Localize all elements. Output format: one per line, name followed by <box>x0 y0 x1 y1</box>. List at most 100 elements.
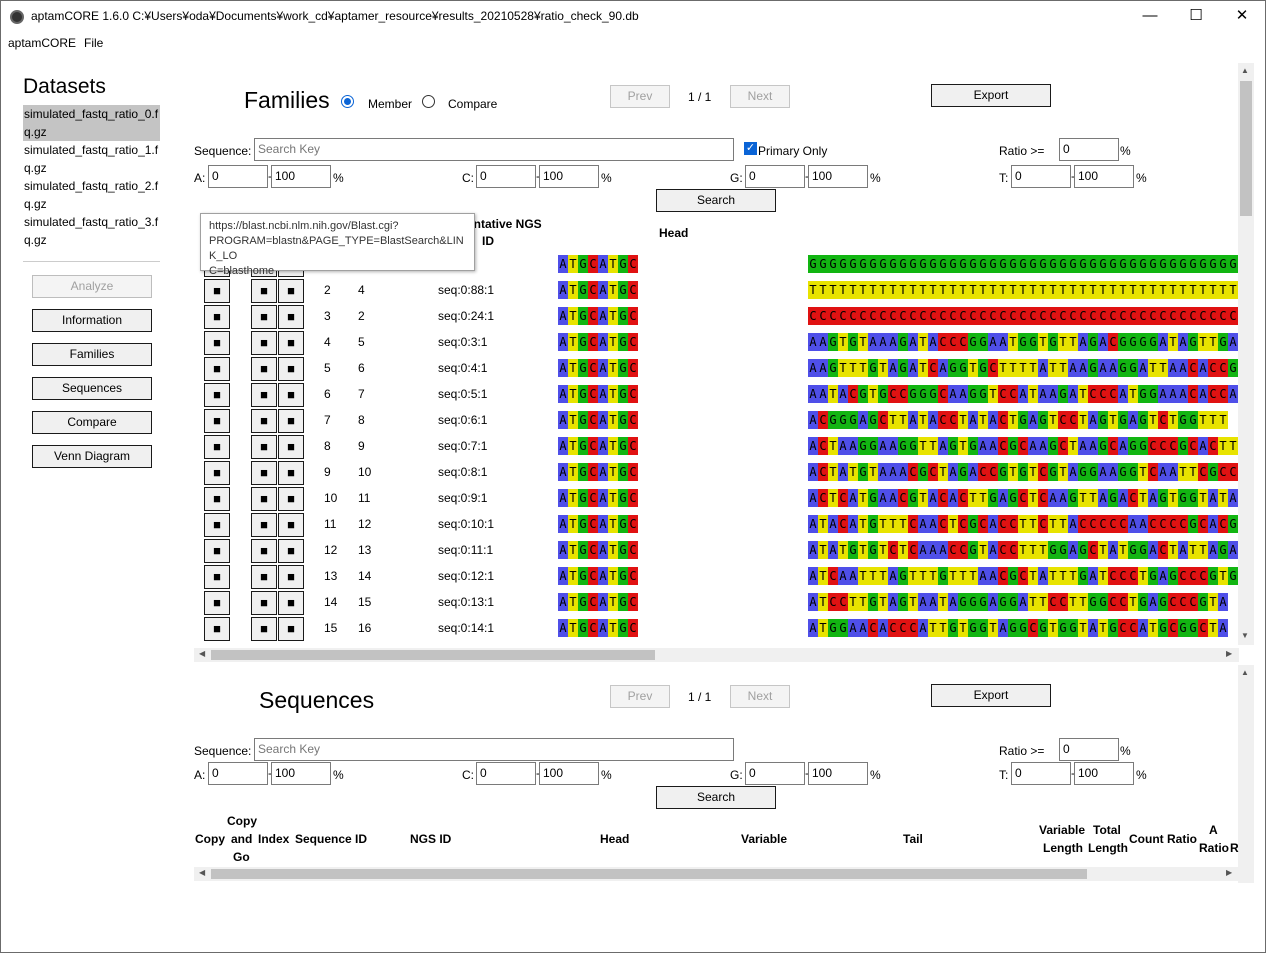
families-button[interactable]: Families <box>32 343 152 366</box>
member-radio[interactable] <box>341 95 354 108</box>
copy-and-go-button[interactable]: ■ <box>251 513 277 537</box>
dataset-item[interactable]: simulated_fastq_ratio_1.f q.gz <box>23 141 160 177</box>
blast-button[interactable]: ■ <box>278 487 304 511</box>
maximize-button[interactable]: ☐ <box>1173 1 1219 32</box>
copy-and-go-button[interactable]: ■ <box>251 305 277 329</box>
copy-and-go-button[interactable]: ■ <box>251 617 277 641</box>
scroll-right-arrow-icon[interactable]: ▶ <box>1226 868 1232 877</box>
blast-button[interactable]: ■ <box>278 461 304 485</box>
copy-and-go-button[interactable]: ■ <box>251 487 277 511</box>
sequences-search-button[interactable]: Search <box>656 786 776 809</box>
a-min-input[interactable]: 0 <box>208 762 268 785</box>
c-min-input[interactable]: 0 <box>476 762 536 785</box>
copy-button[interactable]: ■ <box>204 383 230 407</box>
blast-button[interactable]: ■ <box>278 565 304 589</box>
g-max-input[interactable]: 100 <box>808 762 868 785</box>
scroll-thumb[interactable] <box>211 869 1087 879</box>
scroll-right-arrow-icon[interactable]: ▶ <box>1226 649 1232 658</box>
t-min-input[interactable]: 0 <box>1011 762 1071 785</box>
sequences-export-button[interactable]: Export <box>931 684 1051 707</box>
information-button[interactable]: Information <box>32 309 152 332</box>
sequences-search-input[interactable]: Search Key <box>254 738 734 761</box>
t-max-input[interactable]: 100 <box>1074 165 1134 188</box>
compare-button[interactable]: Compare <box>32 411 152 434</box>
sequences-ratio-input[interactable]: 0 <box>1059 738 1119 761</box>
copy-button[interactable]: ■ <box>204 617 230 641</box>
menu-aptamcore[interactable]: aptamCORE <box>8 36 76 50</box>
copy-and-go-button[interactable]: ■ <box>251 331 277 355</box>
sequences-horizontal-scrollbar[interactable]: ◀ ▶ <box>194 867 1239 881</box>
copy-button[interactable]: ■ <box>204 279 230 303</box>
blast-button[interactable]: ■ <box>278 539 304 563</box>
copy-button[interactable]: ■ <box>204 409 230 433</box>
c-min-input[interactable]: 0 <box>476 165 536 188</box>
blast-button[interactable]: ■ <box>278 435 304 459</box>
families-next-button[interactable]: Next <box>730 85 790 108</box>
scroll-down-arrow-icon[interactable]: ▼ <box>1241 631 1249 640</box>
sequences-vertical-scrollbar[interactable]: ▲ <box>1238 665 1254 883</box>
minimize-button[interactable]: — <box>1127 1 1173 32</box>
copy-button[interactable]: ■ <box>204 539 230 563</box>
scroll-up-arrow-icon[interactable]: ▲ <box>1241 668 1249 677</box>
copy-and-go-button[interactable]: ■ <box>251 539 277 563</box>
g-min-input[interactable]: 0 <box>745 762 805 785</box>
a-max-input[interactable]: 100 <box>271 762 331 785</box>
copy-and-go-button[interactable]: ■ <box>251 435 277 459</box>
copy-button[interactable]: ■ <box>204 305 230 329</box>
close-button[interactable]: ✕ <box>1219 1 1265 32</box>
copy-and-go-button[interactable]: ■ <box>251 565 277 589</box>
copy-button[interactable]: ■ <box>204 331 230 355</box>
families-search-input[interactable]: Search Key <box>254 138 734 161</box>
families-export-button[interactable]: Export <box>931 84 1051 107</box>
blast-button[interactable]: ■ <box>278 617 304 641</box>
compare-radio[interactable] <box>422 95 435 108</box>
c-max-input[interactable]: 100 <box>539 165 599 188</box>
blast-button[interactable]: ■ <box>278 305 304 329</box>
copy-button[interactable]: ■ <box>204 591 230 615</box>
dataset-item[interactable]: simulated_fastq_ratio_3.f q.gz <box>23 213 160 249</box>
g-min-input[interactable]: 0 <box>745 165 805 188</box>
copy-button[interactable]: ■ <box>204 357 230 381</box>
sequences-next-button[interactable]: Next <box>730 685 790 708</box>
families-horizontal-scrollbar[interactable]: ◀ ▶ <box>194 648 1239 662</box>
copy-button[interactable]: ■ <box>204 487 230 511</box>
g-max-input[interactable]: 100 <box>808 165 868 188</box>
a-min-input[interactable]: 0 <box>208 165 268 188</box>
copy-button[interactable]: ■ <box>204 461 230 485</box>
families-ratio-input[interactable]: 0 <box>1059 138 1119 161</box>
copy-and-go-button[interactable]: ■ <box>251 383 277 407</box>
copy-button[interactable]: ■ <box>204 513 230 537</box>
blast-button[interactable]: ■ <box>278 513 304 537</box>
copy-button[interactable]: ■ <box>204 435 230 459</box>
copy-and-go-button[interactable]: ■ <box>251 357 277 381</box>
families-search-button[interactable]: Search <box>656 189 776 212</box>
t-max-input[interactable]: 100 <box>1074 762 1134 785</box>
scroll-thumb[interactable] <box>1240 81 1252 216</box>
analyze-button[interactable]: Analyze <box>32 275 152 298</box>
a-max-input[interactable]: 100 <box>271 165 331 188</box>
copy-and-go-button[interactable]: ■ <box>251 461 277 485</box>
t-min-input[interactable]: 0 <box>1011 165 1071 188</box>
blast-button[interactable]: ■ <box>278 357 304 381</box>
sequences-prev-button[interactable]: Prev <box>610 685 670 708</box>
blast-button[interactable]: ■ <box>278 279 304 303</box>
blast-button[interactable]: ■ <box>278 591 304 615</box>
copy-button[interactable]: ■ <box>204 565 230 589</box>
scroll-left-arrow-icon[interactable]: ◀ <box>199 868 205 877</box>
scroll-thumb[interactable] <box>211 650 655 660</box>
blast-button[interactable]: ■ <box>278 409 304 433</box>
primary-only-checkbox[interactable]: ✓ <box>744 142 757 155</box>
scroll-up-arrow-icon[interactable]: ▲ <box>1241 66 1249 75</box>
venn-diagram-button[interactable]: Venn Diagram <box>32 445 152 468</box>
menu-file[interactable]: File <box>84 36 103 50</box>
copy-and-go-button[interactable]: ■ <box>251 591 277 615</box>
copy-and-go-button[interactable]: ■ <box>251 409 277 433</box>
c-max-input[interactable]: 100 <box>539 762 599 785</box>
scroll-left-arrow-icon[interactable]: ◀ <box>199 649 205 658</box>
families-prev-button[interactable]: Prev <box>610 85 670 108</box>
blast-button[interactable]: ■ <box>278 383 304 407</box>
dataset-item[interactable]: simulated_fastq_ratio_0.f q.gz <box>23 105 160 141</box>
blast-button[interactable]: ■ <box>278 331 304 355</box>
dataset-item[interactable]: simulated_fastq_ratio_2.f q.gz <box>23 177 160 213</box>
families-vertical-scrollbar[interactable]: ▲ ▼ <box>1238 63 1254 645</box>
